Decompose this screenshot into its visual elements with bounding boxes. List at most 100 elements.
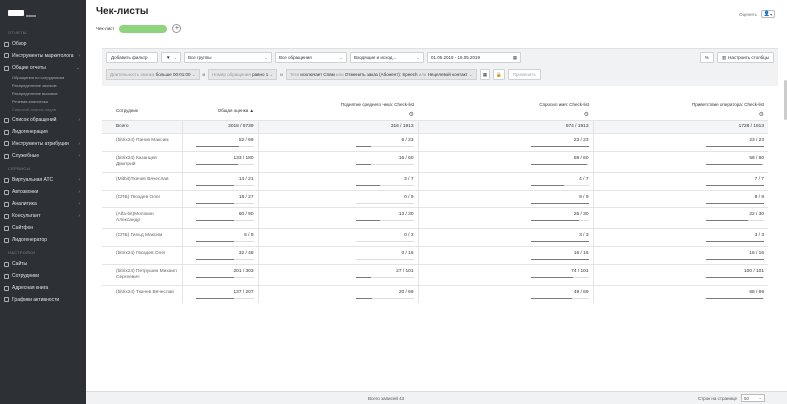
score-cell: 32 / 48 [181, 246, 258, 265]
score-value: 3 / 3 [754, 233, 764, 239]
sidebar-subitem[interactable]: Речевая аналитика [0, 98, 86, 106]
score-cell: 9 / 9 [592, 189, 768, 208]
sidebar-item[interactable]: Инструменты атрибуции › [0, 138, 86, 150]
direction-select[interactable]: Входящие и исход... ⌄ [350, 52, 424, 63]
filter-chip-duration[interactable]: Длительность звонка больше 00:01:00 ⌄ [106, 69, 200, 80]
sidebar-subitem[interactable]: Обращения по сотрудникам [0, 74, 86, 82]
employee-name: (bitrix24) Гвоздев Олег [102, 246, 182, 265]
sidebar-item[interactable]: Сайты [0, 258, 86, 270]
sidebar-item-label: Автозвонки [12, 189, 39, 195]
chevron-down-icon: ⌄ [191, 71, 196, 77]
score-bar-fill [195, 276, 234, 278]
score-bar [530, 276, 589, 278]
score-cell: 9 / 9 [417, 189, 593, 208]
sidebar-item[interactable]: Графики активности [0, 294, 86, 306]
attribution-icon [4, 141, 9, 146]
score-bar [195, 146, 254, 147]
topbar: Чек-листы Оценить 👤 ▾ Чек-лист + [86, 0, 787, 46]
sidebar-item[interactable]: Список обращений › [0, 114, 86, 126]
table-row[interactable]: (bitrix24) Панов Максим 52 / 69 6 / 23 23 /… [102, 133, 768, 152]
add-filter-button[interactable]: Добавить фильтр [106, 52, 158, 63]
tab-checklist[interactable]: Чек-лист [96, 26, 114, 31]
col-greeting[interactable]: Приветствие оператора: Check-list ⚙ [593, 92, 768, 121]
score-bar-fill [530, 184, 564, 186]
user-menu-button[interactable]: 👤 ▾ [761, 10, 775, 18]
sidebar-item[interactable]: Служебные › [0, 150, 86, 162]
sidebar-item[interactable]: Сайтфон [0, 222, 86, 234]
sidebar-item[interactable]: Аналитика › [0, 198, 86, 210]
sidebar-item[interactable]: Сотрудники [0, 270, 86, 282]
col-asked-name[interactable]: Спросил имя: Check-list ⚙ [418, 92, 593, 121]
sidebar-subitem[interactable]: Сквозной анализ лидов [0, 106, 86, 114]
sidebar-item[interactable]: Лидогенерация [0, 126, 86, 138]
sidebar-item[interactable]: Обзор [0, 38, 86, 50]
filter-funnel-button[interactable]: ▼ ⌄ [161, 52, 181, 63]
employee-name: (СПБ) Гвоздев Олег [102, 189, 182, 208]
score-cell: 137 / 207 [181, 284, 258, 303]
score-cell: 0 / 16 [257, 246, 418, 265]
table-row[interactable]: (Mitbit)Ткачев Вячеслав 14 / 21 3 / 7 4 / 7… [102, 171, 768, 191]
filter-chip-call-number[interactable]: Номер обращения равно 1 ⌄ [208, 69, 278, 80]
gear-icon[interactable]: ⚙ [262, 107, 414, 118]
score-bar [530, 297, 589, 299]
col-total-score[interactable]: Общая оценка ▲ [182, 92, 258, 121]
calls-select[interactable]: Все обращения ⌄ [275, 52, 347, 63]
sidebar-item[interactable]: Адресная книга [0, 282, 86, 294]
score-value: 32 / 48 [238, 251, 254, 257]
col-employee[interactable]: Сотрудник [102, 92, 182, 121]
score-value: 16 / 60 [398, 155, 414, 161]
sidebar-item[interactable]: Общие отчеты ⌄ [0, 62, 86, 74]
marketing-icon [4, 53, 9, 58]
chip-value: Отменить заказ (Абонент): Speech [344, 72, 418, 77]
table-row[interactable]: (bitrix24) Казанцев Дмитрий 133 / 180 16 /… [102, 150, 768, 173]
sidebar-subitem[interactable]: Распределение вызовов [0, 90, 86, 98]
score-bar-fill [706, 146, 764, 147]
score-bar [530, 146, 589, 147]
filter-chip-tags[interactable]: Теги исключает Спам или Отменить заказ (… [285, 69, 477, 80]
per-page-select[interactable]: 50 ⌄ [741, 394, 765, 402]
score-bar [706, 276, 764, 278]
score-value: 74 / 101 [571, 268, 589, 274]
score-bar [195, 259, 254, 260]
employee-name: (Mitbit)Ткачев Вячеслав [102, 171, 182, 191]
add-tab-button[interactable]: + [172, 24, 182, 33]
sidebar-subitem[interactable]: Распределение звонков [0, 82, 86, 90]
sidebar-item[interactable]: Лидогенератор [0, 234, 86, 246]
score-cell: 22 / 30 [592, 207, 768, 229]
calendar-filter-button[interactable]: ▦ [479, 69, 490, 80]
table-row[interactable]: (bitrix24) Ткачев Вячеслав 137 / 207 20 / … [102, 284, 768, 303]
sidebar-item-label: Аналитика [12, 201, 37, 207]
conjunction: и [202, 72, 206, 77]
table-row[interactable]: (bitrix24) Гвоздев Олег 32 / 48 0 / 16 16 /… [102, 246, 768, 265]
sidebar-nav: ОТЧЕТЫ Обзор Инструменты маркетолога › Общие… [0, 26, 86, 306]
percent-toggle-button[interactable]: % [699, 52, 714, 63]
score-bar [355, 220, 414, 222]
gear-icon[interactable]: ⚙ [597, 107, 764, 118]
sidebar-item[interactable]: Инструменты маркетолога › [0, 50, 86, 62]
lock-button[interactable]: 🔒 [492, 69, 505, 80]
configure-columns-button[interactable]: ▥ Настроить столбцы [716, 52, 774, 63]
table-row[interactable]: (СПБ) Гвоздев Олег 18 / 27 0 / 9 9 / 9 9 / 9 [102, 189, 768, 208]
date-range-input[interactable]: 01.05.2019 - 16.05.2019 ▦ [427, 52, 521, 63]
chevron-down-icon: ⌄ [416, 54, 420, 60]
col-upsell[interactable]: Поднятие среднего чека: Check-list ⚙ [258, 92, 418, 121]
table-row[interactable]: (bitrix24) Петрушин Михаил Сергеевич 201 … [102, 263, 768, 286]
sites-icon [4, 261, 9, 267]
apply-button[interactable]: Применить [507, 69, 541, 80]
gear-icon[interactable]: ⚙ [422, 107, 589, 118]
score-value: 3 / 3 [579, 233, 589, 239]
groups-select[interactable]: Все группы ⌄ [184, 52, 272, 63]
chip-field: Длительность звонка [110, 72, 155, 77]
calendar-icon[interactable]: ▦ [510, 55, 517, 61]
table-row[interactable]: (СПБ) Гильд Максим 6 / 9 0 / 3 3 / 3 3 / 3 [102, 228, 768, 247]
sidebar-item[interactable]: Консультант › [0, 210, 86, 222]
logo[interactable] [0, 0, 86, 26]
table-row[interactable]: (Alfa-bit)Молокин Александр 60 / 90 13 / 3… [102, 207, 768, 229]
score-value: 16 / 16 [573, 251, 589, 257]
tab-active-pill[interactable] [119, 24, 168, 33]
sidebar-item[interactable]: Виртуальная АТС › [0, 174, 86, 186]
score-bar-fill [706, 220, 749, 222]
rate-area: Оценить 👤 ▾ [739, 10, 775, 18]
score-value: 7 / 7 [754, 176, 764, 182]
sidebar-item[interactable]: Автозвонки › [0, 186, 86, 198]
